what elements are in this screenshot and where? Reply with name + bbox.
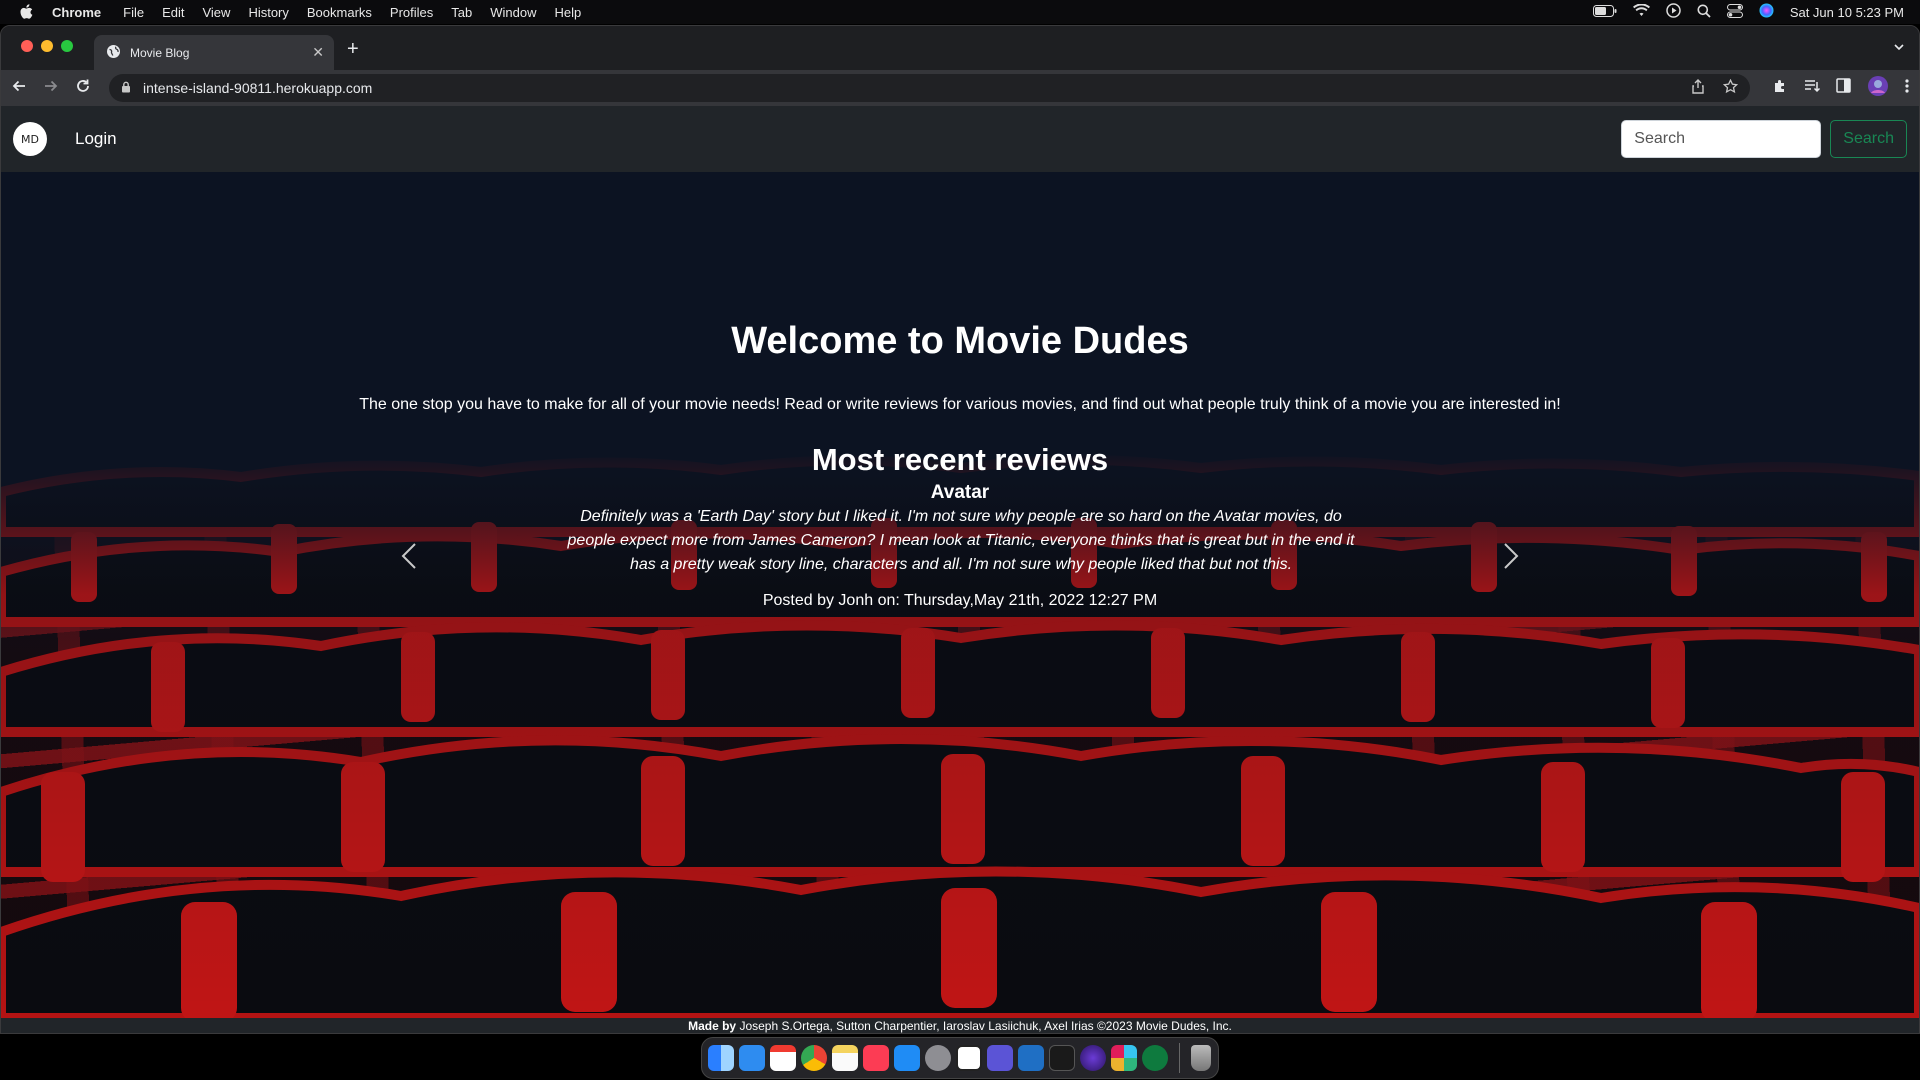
dock-separator bbox=[1179, 1043, 1180, 1073]
side-panel-icon[interactable] bbox=[1836, 78, 1851, 98]
review-posted-info: Posted by Jonh on: Thursday,May 21th, 20… bbox=[762, 592, 1158, 609]
menu-window[interactable]: Window bbox=[490, 5, 536, 20]
site-logo-brand[interactable]: MD bbox=[13, 122, 47, 156]
notion-icon[interactable] bbox=[956, 1045, 982, 1071]
reload-icon[interactable] bbox=[75, 78, 91, 99]
slack-icon[interactable] bbox=[1111, 1045, 1137, 1071]
app-store-icon[interactable] bbox=[894, 1045, 920, 1071]
apple-icon[interactable] bbox=[0, 4, 52, 20]
menu-profiles[interactable]: Profiles bbox=[390, 5, 433, 20]
maximize-window-button[interactable] bbox=[61, 40, 73, 52]
review-text: Definitely was a 'Earth Day' story but I… bbox=[567, 508, 1355, 573]
siri-icon[interactable] bbox=[1759, 3, 1774, 21]
menu-view[interactable]: View bbox=[202, 5, 230, 20]
menu-bookmarks[interactable]: Bookmarks bbox=[307, 5, 372, 20]
mail-icon[interactable] bbox=[739, 1045, 765, 1071]
site-tagline: The one stop you have to make for all of… bbox=[359, 396, 1561, 413]
terminal-icon[interactable] bbox=[1049, 1045, 1075, 1071]
search-input[interactable] bbox=[1621, 120, 1822, 158]
tab-search-chevron-icon[interactable] bbox=[1893, 40, 1905, 58]
play-circle-icon[interactable] bbox=[1666, 3, 1681, 21]
menu-history[interactable]: History bbox=[248, 5, 288, 20]
battery-icon[interactable] bbox=[1592, 4, 1617, 20]
page-title: Welcome to Movie Dudes bbox=[731, 320, 1189, 362]
url-text: intense-island-90811.herokuapp.com bbox=[143, 80, 373, 96]
tab-title: Movie Blog bbox=[130, 45, 190, 60]
menu-file[interactable]: File bbox=[123, 5, 144, 20]
menu-app-name[interactable]: Chrome bbox=[52, 5, 101, 20]
obsidian-icon[interactable] bbox=[987, 1045, 1013, 1071]
menubar-clock[interactable]: Sat Jun 10 5:23 PM bbox=[1790, 5, 1904, 20]
window-controls bbox=[21, 40, 73, 52]
menu-help[interactable]: Help bbox=[555, 5, 582, 20]
trash-icon[interactable] bbox=[1191, 1045, 1211, 1071]
calendar-icon[interactable] bbox=[770, 1045, 796, 1071]
extensions-puzzle-icon[interactable] bbox=[1772, 78, 1788, 99]
system-settings-icon[interactable] bbox=[925, 1045, 951, 1071]
finder-icon[interactable] bbox=[708, 1045, 734, 1071]
reading-list-icon[interactable] bbox=[1804, 79, 1821, 98]
bookmark-star-icon[interactable] bbox=[1722, 78, 1739, 97]
profile-avatar-icon[interactable] bbox=[1867, 75, 1889, 102]
site-navbar: MD Login Search bbox=[1, 106, 1919, 172]
chrome-menu-icon[interactable] bbox=[1905, 78, 1909, 98]
globe-icon bbox=[106, 44, 121, 62]
chrome-icon[interactable] bbox=[801, 1045, 827, 1071]
web-page: MD Login Search Search Welcome to Movie … bbox=[1, 106, 1919, 1033]
tab-strip: Movie Blog ✕ + bbox=[1, 26, 1919, 70]
site-footer: Made by Joseph S.Ortega, Sutton Charpent… bbox=[1, 1018, 1919, 1033]
login-link[interactable]: Login bbox=[75, 129, 117, 149]
minimize-window-button[interactable] bbox=[41, 40, 53, 52]
macos-menubar: Chrome File Edit View History Bookmarks … bbox=[0, 0, 1920, 24]
macos-dock bbox=[701, 1037, 1219, 1079]
new-tab-icon[interactable]: + bbox=[347, 38, 359, 61]
control-center-icon[interactable] bbox=[1726, 3, 1743, 21]
back-arrow-icon[interactable] bbox=[11, 78, 27, 99]
search-form: Search bbox=[1621, 120, 1907, 158]
notes-icon[interactable] bbox=[832, 1045, 858, 1071]
tab-movie-blog[interactable]: Movie Blog ✕ bbox=[94, 35, 334, 70]
music-icon[interactable] bbox=[863, 1045, 889, 1071]
mongodb-compass-icon[interactable] bbox=[1142, 1045, 1168, 1071]
carousel-prev-chevron-icon[interactable] bbox=[394, 536, 424, 576]
wifi-icon[interactable] bbox=[1632, 3, 1650, 20]
vscode-icon[interactable] bbox=[1018, 1045, 1044, 1071]
address-bar[interactable]: intense-island-90811.herokuapp.com bbox=[109, 74, 1750, 102]
forward-arrow-icon[interactable] bbox=[43, 78, 59, 99]
browser-toolbar: intense-island-90811.herokuapp.com bbox=[1, 70, 1919, 106]
footer-credits: Joseph S.Ortega, Sutton Charpentier, Iar… bbox=[736, 1019, 1232, 1033]
footer-made-by-label: Made by bbox=[688, 1019, 737, 1033]
recent-reviews-heading: Most recent reviews bbox=[811, 442, 1109, 477]
arc-browser-icon[interactable] bbox=[1080, 1045, 1106, 1071]
menu-edit[interactable]: Edit bbox=[162, 5, 184, 20]
spotlight-search-icon[interactable] bbox=[1697, 4, 1711, 21]
close-tab-icon[interactable]: ✕ bbox=[312, 44, 324, 61]
close-window-button[interactable] bbox=[21, 40, 33, 52]
menu-tab[interactable]: Tab bbox=[451, 5, 472, 20]
carousel-next-chevron-icon[interactable] bbox=[1496, 536, 1526, 576]
lock-icon[interactable] bbox=[121, 80, 131, 96]
search-button[interactable]: Search bbox=[1830, 120, 1907, 158]
browser-window: Movie Blog ✕ + intense-island-90811.hero… bbox=[0, 25, 1920, 1034]
share-icon[interactable] bbox=[1691, 79, 1705, 97]
review-movie-title: Avatar bbox=[930, 482, 990, 503]
hero-section: Welcome to Movie Dudes The one stop you … bbox=[1, 172, 1919, 1018]
